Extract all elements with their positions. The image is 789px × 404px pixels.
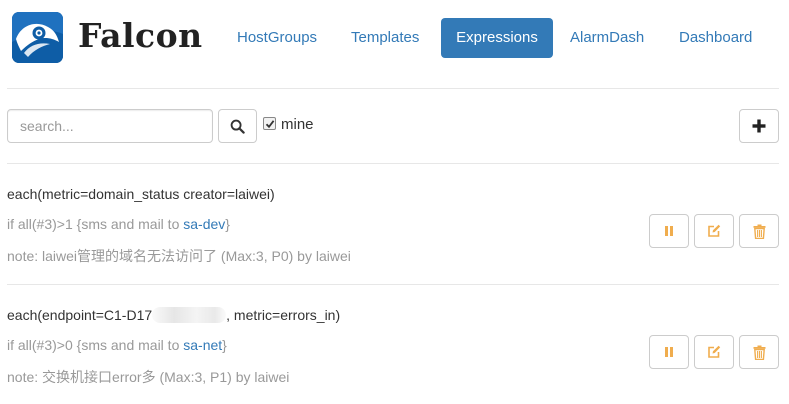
brand-name[interactable]: Falcon: [78, 16, 203, 55]
pause-icon: [665, 226, 673, 236]
plus-icon: [752, 119, 766, 133]
expression-condition: if all(#3)>1 {sms and mail to sa-dev}: [7, 216, 230, 232]
falcon-eye-logo-icon: [12, 12, 63, 63]
redacted-region: [152, 307, 227, 323]
expression-title-end: , metric=errors_in): [226, 307, 341, 323]
nav-hostgroups[interactable]: HostGroups: [222, 18, 332, 58]
divider: [7, 284, 779, 285]
condition-text: if all(#3)>1 {sms and mail to: [7, 216, 184, 232]
edit-button[interactable]: [694, 214, 734, 248]
checkmark-icon: [265, 119, 274, 128]
falcon-logo[interactable]: [12, 12, 63, 63]
nav-dashboard[interactable]: Dashboard: [664, 18, 767, 58]
pause-button[interactable]: [649, 214, 689, 248]
divider: [7, 163, 779, 164]
trash-icon: [753, 345, 765, 360]
navbar: Falcon HostGroups Templates Expressions …: [0, 0, 789, 76]
expression-note: note: laiwei管理的域名无法访问了 (Max:3, P0) by la…: [7, 248, 351, 264]
team-link[interactable]: sa-net: [183, 337, 222, 353]
expression-title-start: each(endpoint=C1-D17: [7, 307, 153, 323]
nav-expressions[interactable]: Expressions: [441, 18, 553, 58]
search-button[interactable]: [218, 109, 257, 143]
search-icon: [230, 119, 245, 134]
edit-icon: [708, 224, 721, 237]
team-link[interactable]: sa-dev: [183, 216, 225, 232]
expression-note: note: 交换机接口error多 (Max:3, P1) by laiwei: [7, 369, 290, 385]
expression-condition: if all(#3)>0 {sms and mail to sa-net}: [7, 337, 227, 353]
nav-templates[interactable]: Templates: [336, 18, 434, 58]
pause-button[interactable]: [649, 335, 689, 369]
pause-icon: [665, 347, 673, 357]
divider: [7, 88, 779, 89]
delete-button[interactable]: [739, 214, 779, 248]
expression-title[interactable]: each(metric=domain_status creator=laiwei…: [7, 186, 275, 202]
add-expression-button[interactable]: [739, 109, 779, 143]
mine-label[interactable]: mine: [281, 116, 314, 133]
condition-close: }: [225, 216, 230, 232]
edit-icon: [708, 345, 721, 358]
condition-text: if all(#3)>0 {sms and mail to: [7, 337, 184, 353]
mine-checkbox[interactable]: [263, 117, 276, 130]
trash-icon: [753, 224, 765, 239]
expression-title[interactable]: each(endpoint=C1-D17 , metric=errors_in): [7, 307, 340, 323]
condition-close: }: [222, 337, 227, 353]
nav-alarmdash[interactable]: AlarmDash: [555, 18, 659, 58]
search-input[interactable]: [7, 109, 213, 143]
delete-button[interactable]: [739, 335, 779, 369]
edit-button[interactable]: [694, 335, 734, 369]
